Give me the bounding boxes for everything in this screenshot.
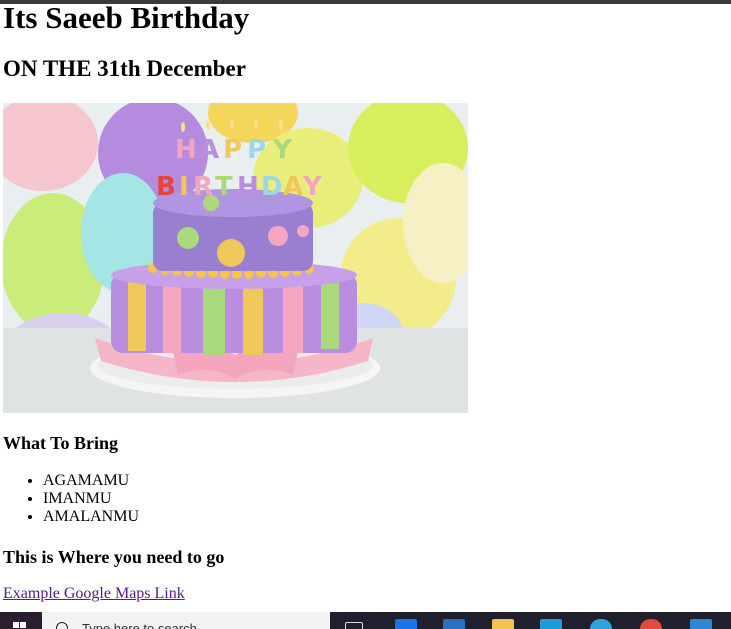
edge-icon[interactable] <box>540 619 562 629</box>
svg-text:T: T <box>215 172 233 202</box>
search-icon <box>56 622 68 629</box>
list-item: IMANMU <box>43 490 139 508</box>
what-to-bring-heading: What To Bring <box>3 433 119 453</box>
chrome-icon[interactable] <box>640 619 662 629</box>
page-title: Its Saeeb Birthday <box>3 0 250 35</box>
windows-taskbar: Type here to search <box>0 612 731 629</box>
list-item: AGAMAMU <box>43 472 139 490</box>
svg-text:I: I <box>179 172 189 202</box>
search-placeholder: Type here to search <box>82 621 197 629</box>
vscode-icon[interactable] <box>690 619 712 629</box>
page-subtitle: ON THE 31th December <box>3 56 246 81</box>
start-button[interactable] <box>0 612 42 629</box>
svg-text:D: D <box>261 172 283 202</box>
svg-text:P: P <box>247 135 266 165</box>
svg-text:B: B <box>156 172 176 202</box>
maps-icon[interactable] <box>590 619 612 629</box>
svg-text:Y: Y <box>272 135 293 165</box>
list-item: AMALANMU <box>43 508 139 526</box>
svg-text:A: A <box>199 135 219 165</box>
svg-text:Y: Y <box>302 172 323 202</box>
google-maps-link[interactable]: Example Google Maps Link <box>3 585 185 603</box>
birthday-cake-image: H A P P Y B I R T H D A Y <box>3 103 468 413</box>
file-explorer-icon[interactable] <box>492 619 514 629</box>
svg-text:H: H <box>237 172 259 202</box>
taskbar-search-box[interactable]: Type here to search <box>42 612 330 629</box>
mail-icon[interactable] <box>443 619 465 629</box>
svg-text:H: H <box>175 135 197 165</box>
task-view-icon[interactable] <box>345 622 363 629</box>
store-icon[interactable] <box>395 619 417 629</box>
location-heading: This is Where you need to go <box>3 547 225 567</box>
windows-logo-icon <box>13 622 26 628</box>
bring-list: AGAMAMU IMANMU AMALANMU <box>3 472 139 526</box>
svg-text:P: P <box>223 135 242 165</box>
svg-text:A: A <box>283 172 303 202</box>
svg-text:R: R <box>193 172 213 202</box>
